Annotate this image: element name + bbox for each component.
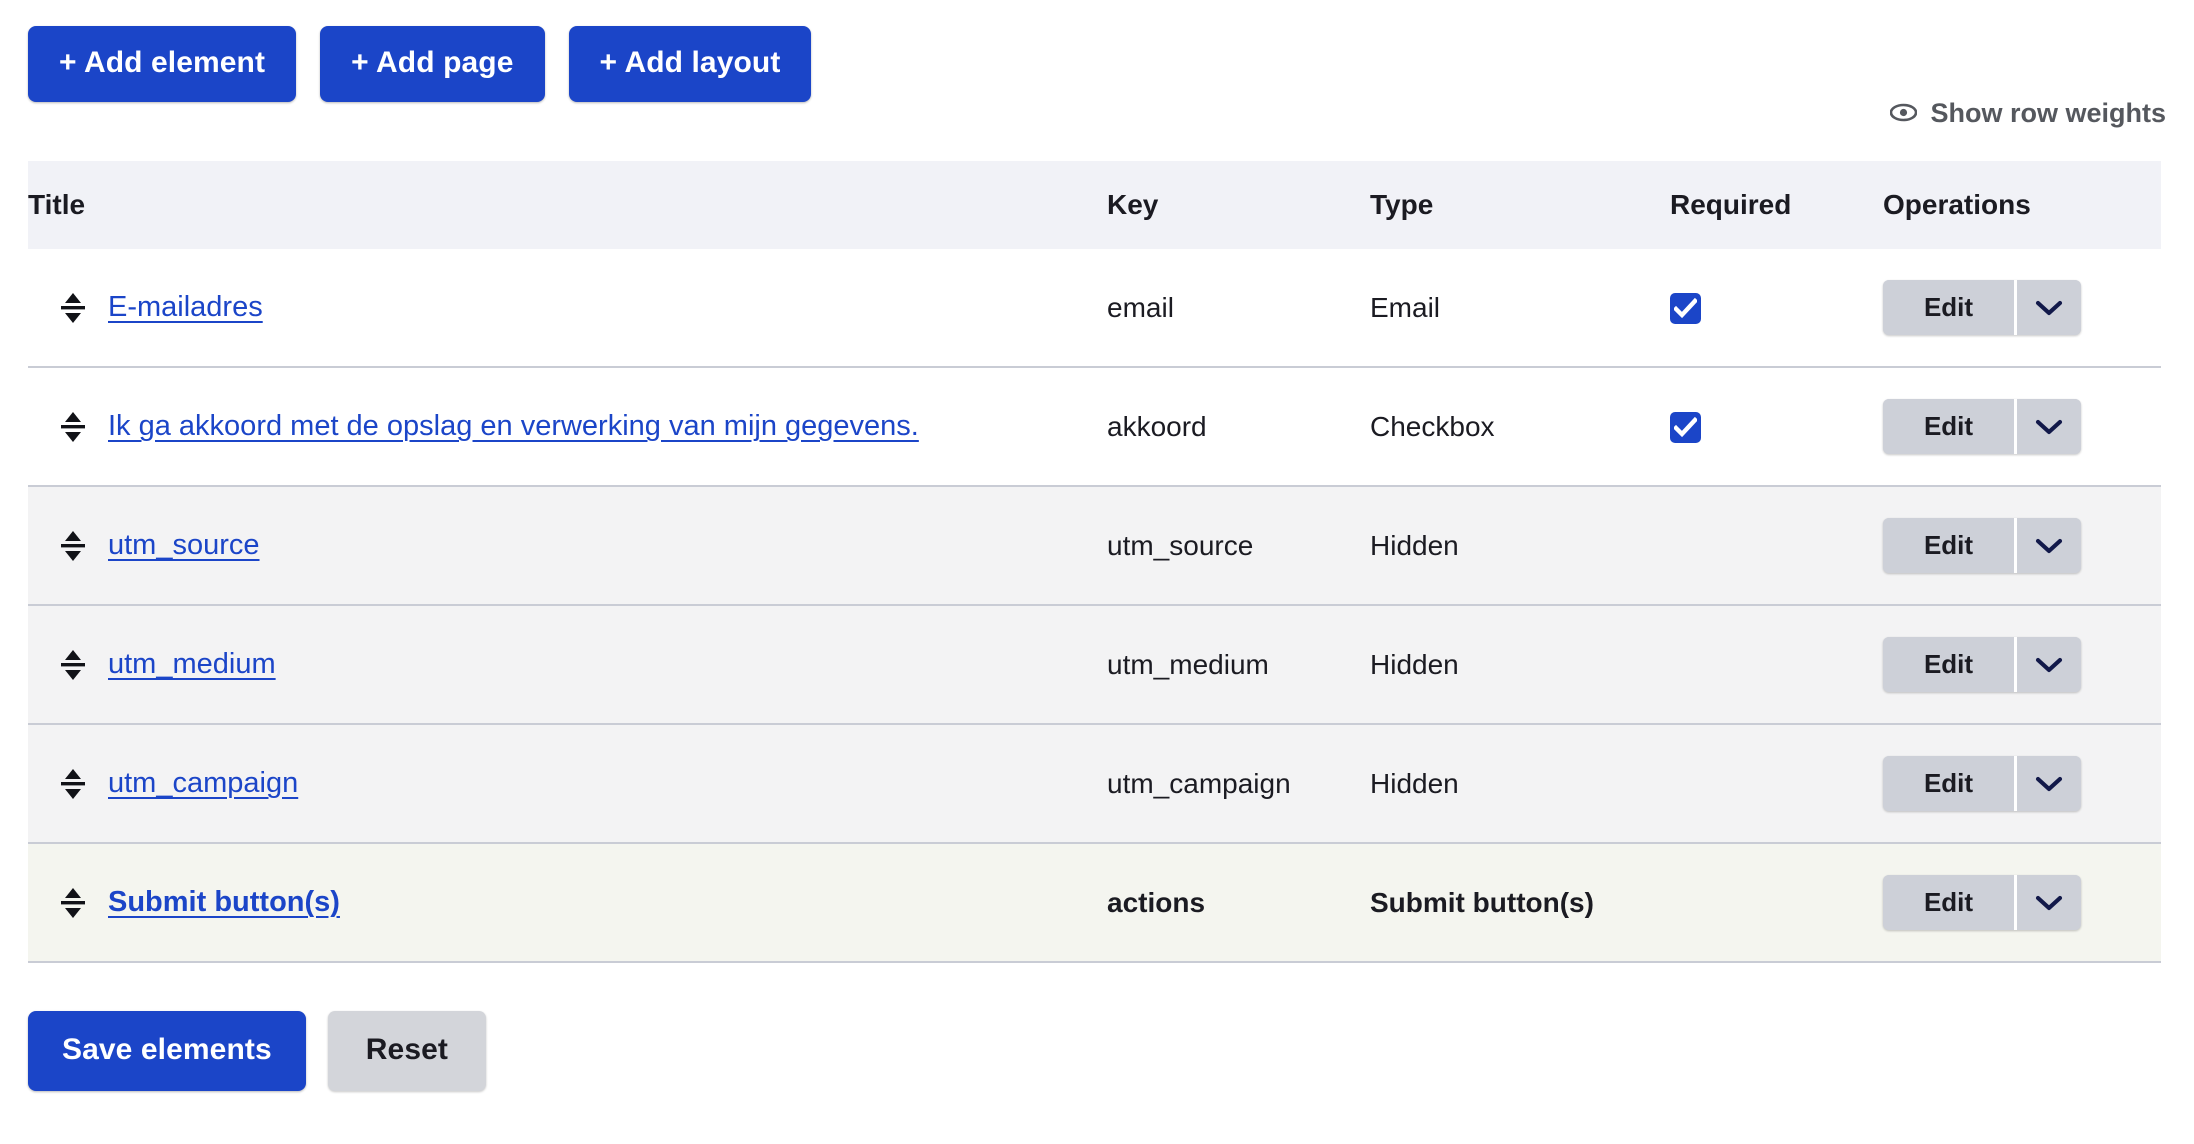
cell-title: E-mailadres [28,249,1107,368]
element-title-link[interactable]: E-mailadres [108,291,263,324]
table-body: E-mailadres email Email Edit Ik ga akkoord m… [28,249,2161,963]
table-row: utm_medium utm_medium Hidden Edit [28,605,2161,725]
element-title-link[interactable]: utm_campaign [108,767,298,800]
operations-dropdown-toggle[interactable] [2017,756,2081,811]
cell-title: utm_medium [28,605,1107,725]
operations-split-button: Edit [1883,518,2081,573]
cell-key: utm_medium [1107,605,1370,725]
element-title-link[interactable]: utm_medium [108,648,276,681]
cell-operations: Edit [1883,486,2161,606]
add-page-button[interactable]: + Add page [320,26,545,102]
operations-dropdown-toggle[interactable] [2017,280,2081,335]
cell-title: utm_source [28,486,1107,606]
cell-required [1670,724,1883,844]
elements-table: Title Key Type Required Operations E-mai… [28,161,2161,963]
drag-handle-icon[interactable] [60,529,86,563]
operations-split-button: Edit [1883,399,2081,454]
table-row: Submit button(s) actions Submit button(s) E… [28,843,2161,963]
drag-handle-icon[interactable] [60,886,86,920]
chevron-down-icon [2035,300,2063,315]
cell-operations: Edit [1883,724,2161,844]
show-row-weights-label: Show row weights [1930,98,2166,128]
element-title-link[interactable]: Submit button(s) [108,886,340,919]
table-row: E-mailadres email Email Edit [28,249,2161,368]
edit-button[interactable]: Edit [1883,518,2014,573]
add-element-button[interactable]: + Add element [28,26,297,102]
operations-split-button: Edit [1883,756,2081,811]
cell-key: actions [1107,843,1370,963]
table-head: Title Key Type Required Operations [28,161,2161,249]
cell-key: utm_source [1107,486,1370,606]
table-row: utm_campaign utm_campaign Hidden Edit [28,724,2161,844]
cell-operations: Edit [1883,605,2161,725]
cell-key: email [1107,249,1370,368]
cell-required [1670,843,1883,963]
cell-type: Email [1370,249,1670,368]
operations-dropdown-toggle[interactable] [2017,518,2081,573]
chevron-down-icon [2035,895,2063,910]
show-row-weights-toggle[interactable]: Show row weights [1890,100,2166,127]
table-header-row: Title Key Type Required Operations [28,161,2161,249]
drag-handle-icon[interactable] [60,767,86,801]
cell-title: utm_campaign [28,724,1107,844]
operations-dropdown-toggle[interactable] [2017,875,2081,930]
cell-title: Submit button(s) [28,843,1107,963]
cell-type: Hidden [1370,486,1670,606]
operations-split-button: Edit [1883,280,2081,335]
operations-dropdown-toggle[interactable] [2017,399,2081,454]
cell-operations: Edit [1883,367,2161,487]
cell-required [1670,605,1883,725]
chevron-down-icon [2035,776,2063,791]
cell-key: akkoord [1107,367,1370,487]
cell-required [1670,486,1883,606]
cell-type: Checkbox [1370,367,1670,487]
drag-handle-icon[interactable] [60,648,86,682]
operations-dropdown-toggle[interactable] [2017,637,2081,692]
column-header-key: Key [1107,161,1370,249]
required-checkbox[interactable] [1670,293,1701,325]
top-action-buttons: + Add element + Add page + Add layout [28,26,812,102]
chevron-down-icon [2035,538,2063,553]
table-row: Ik ga akkoord met de opslag en verwerkin… [28,367,2161,487]
operations-split-button: Edit [1883,875,2081,930]
column-header-required: Required [1670,161,1883,249]
add-layout-button[interactable]: + Add layout [568,26,812,102]
column-header-operations: Operations [1883,161,2161,249]
drag-handle-icon[interactable] [60,410,86,444]
cell-operations: Edit [1883,249,2161,368]
column-header-type: Type [1370,161,1670,249]
edit-button[interactable]: Edit [1883,875,2014,930]
elements-table-wrapper: Title Key Type Required Operations E-mai… [28,161,2161,963]
edit-button[interactable]: Edit [1883,756,2014,811]
cell-type: Submit button(s) [1370,843,1670,963]
column-header-title: Title [28,161,1107,249]
element-title-link[interactable]: Ik ga akkoord met de opslag en verwerkin… [108,410,919,443]
cell-type: Hidden [1370,605,1670,725]
cell-title: Ik ga akkoord met de opslag en verwerkin… [28,367,1107,487]
cell-key: utm_campaign [1107,724,1370,844]
webform-elements-page: + Add element + Add page + Add layout Sh… [0,0,2194,1144]
cell-required [1670,249,1883,368]
cell-operations: Edit [1883,843,2161,963]
edit-button[interactable]: Edit [1883,280,2014,335]
eye-icon [1890,100,1918,127]
reset-button[interactable]: Reset [327,1011,486,1091]
edit-button[interactable]: Edit [1883,637,2014,692]
operations-split-button: Edit [1883,637,2081,692]
table-row: utm_source utm_source Hidden Edit [28,486,2161,606]
chevron-down-icon [2035,419,2063,434]
edit-button[interactable]: Edit [1883,399,2014,454]
required-checkbox[interactable] [1670,412,1701,444]
save-elements-button[interactable]: Save elements [28,1011,306,1091]
chevron-down-icon [2035,657,2063,672]
element-title-link[interactable]: utm_source [108,529,260,562]
cell-required [1670,367,1883,487]
cell-type: Hidden [1370,724,1670,844]
drag-handle-icon[interactable] [60,291,86,325]
form-actions: Save elements Reset [28,1011,486,1091]
